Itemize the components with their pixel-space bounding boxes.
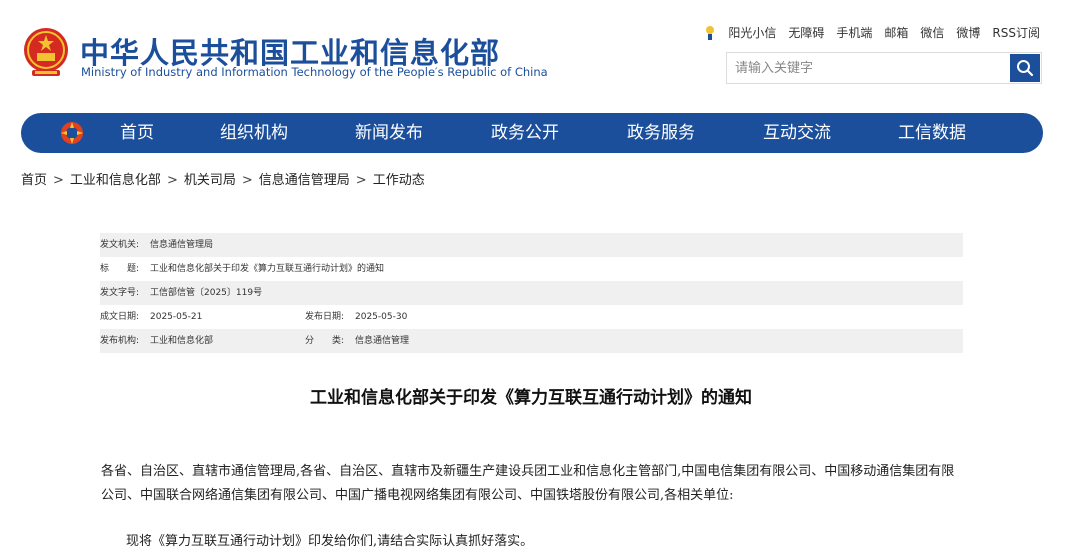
meta-label: 成文日期: <box>100 312 140 322</box>
nav-item-organization[interactable]: 组织机构 <box>220 113 288 153</box>
document-title: 工业和信息化部关于印发《算力互联互通行动计划》的通知 <box>310 388 752 408</box>
meta-value: 信息通信管理 <box>355 336 410 346</box>
document-metadata: 发文机关: 信息通信管理局 标 题: 工业和信息化部关于印发《算力互联互通行动计… <box>100 233 963 353</box>
paragraph-line: 公司、中国联合网络通信集团有限公司、中国广播电视网络集团有限公司、中国铁塔股份有… <box>101 488 734 503</box>
breadcrumb-separator: > <box>53 173 64 188</box>
nav-item-news[interactable]: 新闻发布 <box>355 113 423 153</box>
site-subtitle: Ministry of Industry and Information Tec… <box>81 65 548 79</box>
meta-row-issuer: 发文机关: 信息通信管理局 <box>100 233 963 257</box>
meta-label: 发布机构: <box>100 336 140 346</box>
meta-value: 2025-05-30 <box>355 312 408 322</box>
nav-item-data[interactable]: 工信数据 <box>898 113 966 153</box>
toplink-yangguang[interactable]: 阳光小信 <box>728 24 776 41</box>
meta-label: 标 题: <box>100 264 140 274</box>
meta-label: 分 类: <box>305 336 345 346</box>
breadcrumb-separator: > <box>355 173 367 188</box>
meta-row-org: 发布机构: 工业和信息化部 分 类: 信息通信管理 <box>100 329 963 353</box>
breadcrumb-departments[interactable]: 机关司局 <box>184 173 236 188</box>
site-header: 中华人民共和国工业和信息化部 Ministry of Industry and … <box>0 0 1080 110</box>
meta-row-doc-number: 发文字号: 工信部信管〔2025〕119号 <box>100 281 963 305</box>
sunshine-mascot-icon <box>706 25 715 40</box>
nav-item-government-info[interactable]: 政务公开 <box>491 113 559 153</box>
breadcrumb-ministry[interactable]: 工业和信息化部 <box>70 173 161 188</box>
search-button[interactable] <box>1010 54 1040 82</box>
nav-item-government-service[interactable]: 政务服务 <box>627 113 695 153</box>
nav-item-home[interactable]: 首页 <box>120 113 154 153</box>
toplink-rss[interactable]: RSS订阅 <box>992 24 1040 41</box>
meta-row-dates: 成文日期: 2025-05-21 发布日期: 2025-05-30 <box>100 305 963 329</box>
breadcrumb-current[interactable]: 工作动态 <box>373 173 425 188</box>
miit-logo-icon <box>61 122 83 144</box>
breadcrumb-separator: > <box>241 173 253 188</box>
toplink-weibo[interactable]: 微博 <box>956 24 980 41</box>
meta-label: 发布日期: <box>305 312 345 322</box>
breadcrumb-home[interactable]: 首页 <box>21 173 47 188</box>
meta-value: 2025-05-21 <box>150 312 203 322</box>
paragraph-line: 各省、自治区、直辖市通信管理局,各省、自治区、直辖市及新疆生产建设兵团工业和信息… <box>101 464 955 479</box>
top-links: 阳光小信 无障碍 手机端 邮箱 微信 微博 RSS订阅 <box>704 24 1040 41</box>
breadcrumb-separator: > <box>166 173 178 188</box>
document-paragraph-addressees: 各省、自治区、直辖市通信管理局,各省、自治区、直辖市及新疆生产建设兵团工业和信息… <box>101 460 963 508</box>
meta-value: 工业和信息化部关于印发《算力互联互通行动计划》的通知 <box>150 264 385 274</box>
search-input[interactable] <box>727 53 1009 83</box>
breadcrumb: 首页 > 工业和信息化部 > 机关司局 > 信息通信管理局 > 工作动态 <box>21 169 425 188</box>
meta-row-title: 标 题: 工业和信息化部关于印发《算力互联互通行动计划》的通知 <box>100 257 963 281</box>
meta-label: 发文机关: <box>100 240 140 250</box>
toplink-mobile[interactable]: 手机端 <box>836 24 872 41</box>
toplink-accessibility[interactable]: 无障碍 <box>788 24 824 41</box>
meta-value: 工信部信管〔2025〕119号 <box>150 288 263 298</box>
search-icon <box>1017 60 1034 77</box>
nav-item-interaction[interactable]: 互动交流 <box>763 113 831 153</box>
document-paragraph-notice: 现将《算力互联互通行动计划》印发给你们,请结合实际认真抓好落实。 <box>126 534 534 549</box>
main-nav: 首页 组织机构 新闻发布 政务公开 政务服务 互动交流 工信数据 <box>21 113 1043 153</box>
meta-value: 信息通信管理局 <box>150 240 214 250</box>
meta-value: 工业和信息化部 <box>150 336 214 346</box>
search-box <box>726 52 1042 84</box>
breadcrumb-bureau[interactable]: 信息通信管理局 <box>259 173 350 188</box>
toplink-mail[interactable]: 邮箱 <box>884 24 908 41</box>
meta-label: 发文字号: <box>100 288 140 298</box>
toplink-wechat[interactable]: 微信 <box>920 24 944 41</box>
national-emblem-icon[interactable] <box>22 26 70 78</box>
